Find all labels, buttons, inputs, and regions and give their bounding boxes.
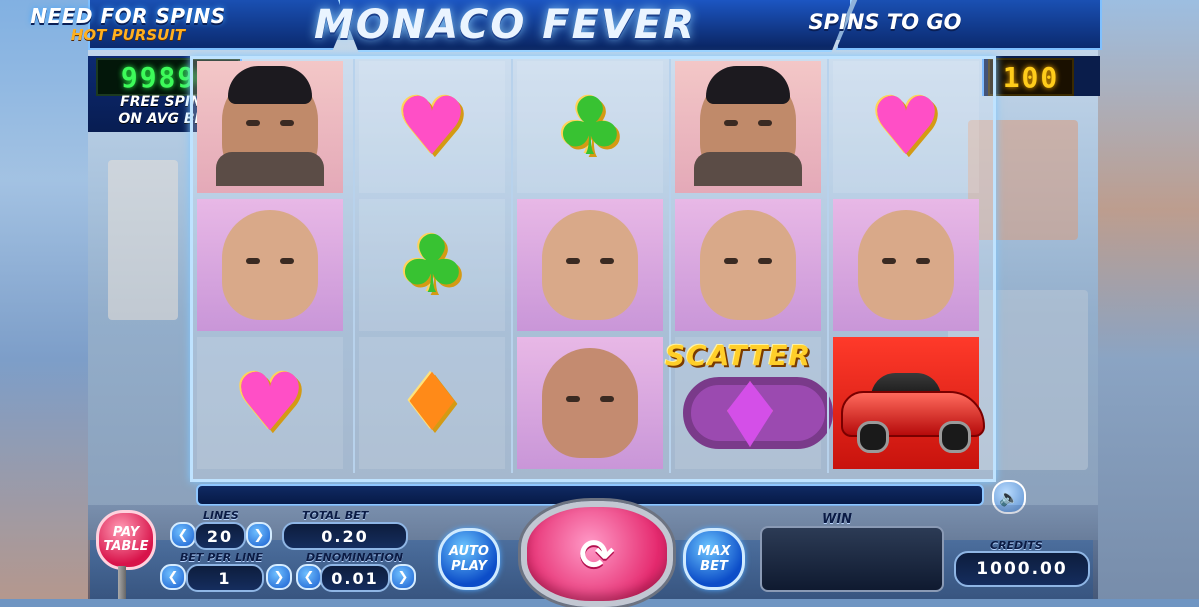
symbol-blonde-woman (517, 199, 663, 332)
reel-4: SCATTER (665, 59, 833, 473)
sports-car-icon (841, 369, 985, 453)
denomination-value: 0.01 (320, 564, 390, 592)
scatter-label: SCATTER (665, 339, 812, 372)
symbol-blonde-woman (197, 199, 343, 332)
man-portrait (694, 66, 802, 186)
win-display (760, 526, 944, 592)
reel-1: ♥ (193, 59, 347, 473)
denomination-decrease-button[interactable]: ❮ (296, 564, 322, 590)
heart-icon: ♥ (234, 356, 306, 449)
heart-icon: ♥ (870, 80, 942, 173)
chevron-left-icon: ❮ (167, 569, 179, 585)
blonde-woman-portrait (840, 202, 972, 332)
lines-label: LINES (203, 509, 239, 522)
blonde-woman-portrait (204, 202, 336, 332)
lines-value: 20 (194, 522, 246, 550)
pay-table-button[interactable]: PAY TABLE (96, 510, 156, 570)
club-icon: ♣ (554, 80, 626, 173)
spin-arrows-icon: ⟳ (579, 529, 615, 579)
man-portrait (216, 66, 324, 186)
bet-per-line-decrease-button[interactable]: ❮ (160, 564, 186, 590)
lines-increase-button[interactable]: ❯ (246, 522, 272, 548)
symbol-blonde-woman (675, 199, 821, 332)
symbol-club: ♣ (517, 61, 663, 193)
chevron-left-icon: ❮ (303, 569, 315, 585)
brand-title: NEED FOR SPINS (30, 4, 226, 28)
symbol-sports-car (833, 337, 985, 469)
symbol-diamond: ♦ (359, 337, 505, 469)
reel-2: ♥ ♣ ♦ (353, 59, 509, 473)
pay-table-stick (118, 566, 126, 599)
symbol-blonde-woman (833, 199, 979, 332)
diamond-icon: ♦ (396, 356, 468, 449)
chevron-right-icon: ❯ (253, 527, 265, 543)
total-bet-label: TOTAL BET (302, 509, 369, 522)
symbol-heart: ♥ (833, 61, 979, 193)
brand-subtitle: HOT PURSUIT (70, 26, 186, 44)
symbol-scatter: SCATTER (665, 337, 833, 469)
symbol-heart: ♥ (359, 61, 505, 193)
symbol-club: ♣ (359, 199, 505, 331)
dark-haired-woman-portrait (528, 338, 652, 468)
symbol-man (675, 61, 821, 193)
spins-to-go-label: SPINS TO GO (808, 10, 962, 34)
speaker-icon: 🔈 (999, 487, 1019, 507)
credits-value: 1000.00 (954, 551, 1090, 587)
reel-3: ♣ (511, 59, 667, 473)
background-left-scenery (0, 0, 90, 599)
bet-per-line-increase-button[interactable]: ❯ (266, 564, 292, 590)
club-icon: ♣ (396, 218, 468, 311)
bet-per-line-label: BET PER LINE (180, 551, 263, 564)
chevron-right-icon: ❯ (397, 569, 409, 585)
reel-window: ♥ ♥ ♣ ♦ ♣ SCATTER ♥ (190, 56, 996, 482)
game-title: MONACO FEVER (313, 2, 697, 48)
win-label: WIN (822, 512, 853, 527)
chevron-right-icon: ❯ (273, 569, 285, 585)
max-bet-button[interactable]: MAX BET (683, 528, 745, 590)
spins-to-go-counter: 100 (988, 58, 1074, 96)
total-bet-value: 0.20 (282, 522, 408, 550)
auto-play-button[interactable]: AUTO PLAY (438, 528, 500, 590)
lines-decrease-button[interactable]: ❮ (170, 522, 196, 548)
chevron-left-icon: ❮ (177, 527, 189, 543)
heart-icon: ♥ (396, 80, 468, 173)
background-right-scenery (1093, 0, 1199, 599)
symbol-dark-haired-woman (517, 337, 663, 469)
blonde-woman-portrait (682, 202, 814, 332)
symbol-heart: ♥ (197, 337, 343, 469)
denomination-label: DENOMINATION (306, 551, 404, 564)
symbol-man (197, 61, 343, 193)
blonde-woman-portrait (524, 202, 656, 332)
bet-per-line-value: 1 (186, 564, 264, 592)
denomination-increase-button[interactable]: ❯ (390, 564, 416, 590)
spin-button[interactable]: ⟳ (521, 501, 673, 607)
reel-5: ♥ (827, 59, 985, 473)
